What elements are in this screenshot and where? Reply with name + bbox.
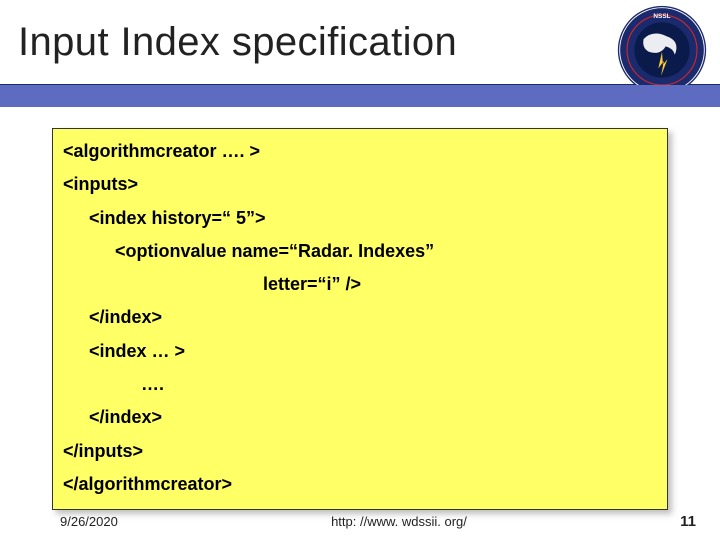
code-block: <algorithmcreator …. > <inputs> <index h… [52,128,668,510]
nssl-logo: NSSL [616,4,708,96]
code-line: </index> [63,401,657,434]
code-line: <index … > [63,335,657,368]
code-line: <optionvalue name=“Radar. Indexes” [63,235,657,268]
slide-title: Input Index specification [0,20,457,65]
code-line: <index history=“ 5”> [63,202,657,235]
slide-header: Input Index specification NSSL [0,0,720,90]
code-line: letter=“i” /> [63,268,657,301]
svg-text:NSSL: NSSL [653,13,670,20]
code-line: <inputs> [63,168,657,201]
page-number: 11 [680,513,696,530]
footer-url: http: //www. wdssii. org/ [118,514,680,529]
code-line: …. [63,368,657,401]
footer-date: 9/26/2020 [24,514,118,529]
code-line: </algorithmcreator> [63,468,657,501]
slide-footer: 9/26/2020 http: //www. wdssii. org/ 11 [0,513,720,530]
slide: Input Index specification NSSL <algorith… [0,0,720,540]
code-line: </inputs> [63,435,657,468]
code-line: <algorithmcreator …. > [63,135,657,168]
code-line: </index> [63,301,657,334]
